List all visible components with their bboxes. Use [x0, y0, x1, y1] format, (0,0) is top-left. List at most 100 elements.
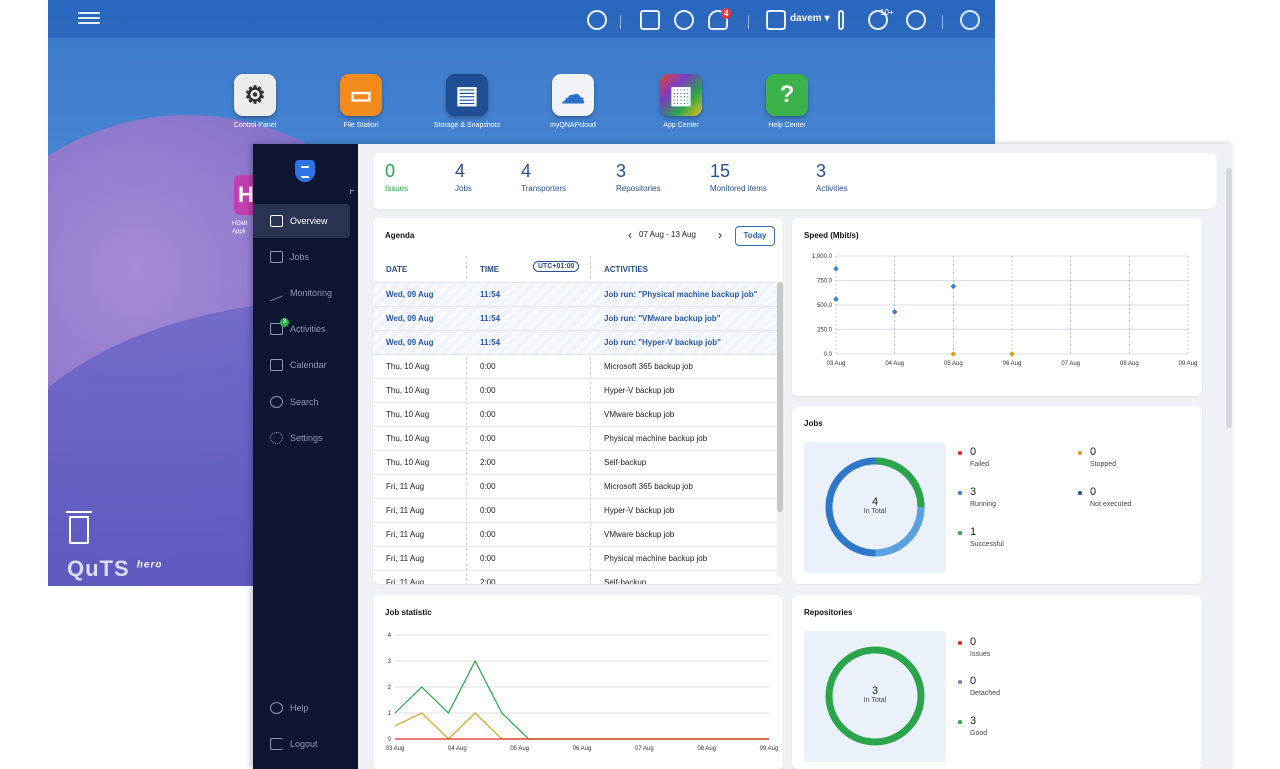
summary-value: 4 [521, 161, 532, 181]
legend-dot [1078, 451, 1082, 455]
gear-icon: ⚙ [234, 74, 276, 116]
more-options-icon[interactable] [838, 10, 844, 30]
time-cell: 11:54 [480, 290, 501, 299]
sidebar-item-jobs[interactable]: Jobs [253, 240, 358, 274]
background-tasks-icon[interactable] [640, 10, 660, 30]
summary-issues[interactable]: 0 Issues [385, 161, 408, 193]
search-icon[interactable] [587, 10, 607, 30]
summary-transporters[interactable]: 4 Transporters [521, 161, 566, 193]
table-row[interactable]: Fri, 11 Aug 0:00 Hyper-V backup job [373, 498, 777, 522]
sidebar-item-label: Logout [290, 739, 318, 749]
table-row[interactable]: Wed, 09 Aug 11:54 Job run: "Physical machi… [373, 282, 777, 306]
app-label: Control Panel [233, 122, 277, 129]
user-menu[interactable]: davem ▾ [790, 13, 829, 24]
sidebar-item-overview[interactable]: Overview [253, 204, 350, 238]
table-row[interactable]: Fri, 11 Aug 2:00 Self-backup [373, 570, 777, 584]
table-row[interactable]: Thu, 10 Aug 0:00 VMware backup job [373, 402, 777, 426]
jobs-grid-icon [270, 251, 283, 263]
jobs-card: Jobs 4 In Total 0 Failed 0 Stopped 3 Running 0… [792, 406, 1202, 584]
table-row[interactable]: Fri, 11 Aug 0:00 VMware backup job [373, 522, 777, 546]
column-header-time[interactable]: TIME [480, 265, 499, 274]
time-cell: 0:00 [480, 506, 496, 515]
table-row[interactable]: Thu, 10 Aug 0:00 Hyper-V backup job [373, 378, 777, 402]
dashboard-gauge-icon[interactable] [906, 10, 926, 30]
desktop-topbar: 4 davem ▾ 10+ [48, 0, 995, 38]
summary-label: Transporters [521, 184, 567, 193]
sidebar-item-label: Jobs [290, 252, 310, 262]
sidebar-item-label: Overview [290, 216, 328, 226]
trash-icon[interactable] [66, 511, 92, 545]
x-tick-label: 09 Aug [760, 746, 779, 752]
app-app-center[interactable]: ▦ App Center [636, 74, 726, 129]
summary-jobs[interactable]: 4 Jobs [455, 161, 472, 193]
sidebar-item-calendar[interactable]: Calendar [253, 348, 358, 382]
user-icon[interactable] [766, 10, 786, 30]
window-scrollbar[interactable] [1226, 168, 1232, 428]
table-row[interactable]: Thu, 10 Aug 0:00 Physical machine backup j… [373, 426, 777, 450]
date-cell: Thu, 10 Aug [386, 362, 430, 371]
app-control-panel[interactable]: ⚙ Control Panel [210, 74, 300, 129]
main-menu-icon[interactable] [78, 9, 100, 29]
table-row[interactable]: Fri, 11 Aug 0:00 Microsoft 365 backup job [373, 474, 777, 498]
job-statistic-card: Job statistic 0 1 2 3 4 03 Aug 04 Aug 05 Aug 06 … [373, 595, 783, 769]
data-point [833, 265, 839, 272]
prev-week-chevron-icon[interactable]: ‹ [628, 228, 632, 242]
today-button[interactable]: Today [735, 226, 775, 246]
sidebar-item-activities[interactable]: 3 Activities [253, 312, 358, 346]
table-row[interactable]: Wed, 09 Aug 11:54 Job run: "Hyper-V backup… [373, 330, 777, 354]
table-row[interactable]: Thu, 10 Aug 2:00 Self-backup [373, 450, 777, 474]
column-header-date[interactable]: DATE [386, 265, 407, 274]
logout-icon [270, 738, 283, 750]
y-tick-label: 750.0 [817, 279, 833, 285]
agenda-scrollbar[interactable] [777, 282, 783, 578]
x-tick-label: 05 Aug [510, 746, 529, 752]
sidebar-item-help[interactable]: Help [253, 691, 358, 725]
x-tick-label: 03 Aug [386, 746, 405, 752]
myqnapcloud-icon[interactable] [960, 10, 980, 30]
activity-cell: Microsoft 365 backup job [604, 362, 693, 371]
job-statistic-title: Job statistic [385, 608, 432, 617]
repos-donut-center: 3 In Total [804, 685, 946, 704]
table-row[interactable]: Wed, 09 Aug 11:54 Job run: "VMware backup … [373, 306, 777, 330]
date-cell: Wed, 09 Aug [386, 290, 434, 299]
summary-activities[interactable]: 3 Activities [816, 161, 848, 193]
updates-count-badge: 10+ [880, 8, 894, 17]
activities-count-badge: 3 [280, 318, 289, 327]
date-cell: Thu, 10 Aug [386, 386, 430, 395]
legend-label: Stopped [1090, 461, 1117, 468]
quts-hero-logo: QuTS hero [67, 556, 163, 581]
time-cell: 0:00 [480, 434, 496, 443]
app-myqnapcloud[interactable]: ☁ myQNAPcloud [528, 74, 618, 129]
storage-icon: ▤ [446, 74, 488, 116]
summary-repositories[interactable]: 3 Repositories [616, 161, 660, 193]
app-help-center[interactable]: ? Help Center [742, 74, 832, 129]
legend-label: Running [970, 501, 997, 508]
legend-label: Failed [970, 461, 990, 468]
summary-label: Jobs [455, 184, 472, 193]
app-file-station[interactable]: ▭ File Station [316, 74, 406, 129]
column-header-activities[interactable]: ACTIVITIES [604, 265, 648, 274]
table-row[interactable]: Thu, 10 Aug 0:00 Microsoft 365 backup job [373, 354, 777, 378]
data-point [950, 283, 957, 290]
app-storage-snapshots[interactable]: ▤ Storage & Snapshots [422, 74, 512, 129]
table-row[interactable]: Fri, 11 Aug 0:00 Physical machine backup j… [373, 546, 777, 570]
data-point [1009, 351, 1015, 357]
collapse-icon[interactable] [350, 190, 354, 194]
app-label: Storage & Snapshots [433, 122, 501, 129]
x-tick-label: 05 Aug [944, 361, 963, 367]
question-icon: ? [766, 74, 808, 116]
sidebar-item-search[interactable]: Search [253, 385, 358, 419]
sync-icon[interactable] [674, 10, 694, 30]
sidebar-item-monitoring[interactable]: Monitoring [253, 276, 358, 310]
next-week-chevron-icon[interactable]: › [718, 228, 722, 242]
separator [620, 15, 621, 29]
legend-value: 0 [970, 636, 977, 648]
activity-cell: Self-backup [604, 458, 647, 467]
timezone-badge[interactable]: UTC+01:00 [533, 261, 580, 272]
settings-gear-icon [270, 432, 283, 444]
hdmi-app-label: HDMI Appli [232, 221, 248, 235]
time-cell: 0:00 [480, 362, 496, 371]
sidebar-item-settings[interactable]: Settings [253, 421, 358, 455]
summary-monitored-items[interactable]: 15 Monitored items [710, 161, 767, 193]
sidebar-item-logout[interactable]: Logout [253, 727, 358, 761]
